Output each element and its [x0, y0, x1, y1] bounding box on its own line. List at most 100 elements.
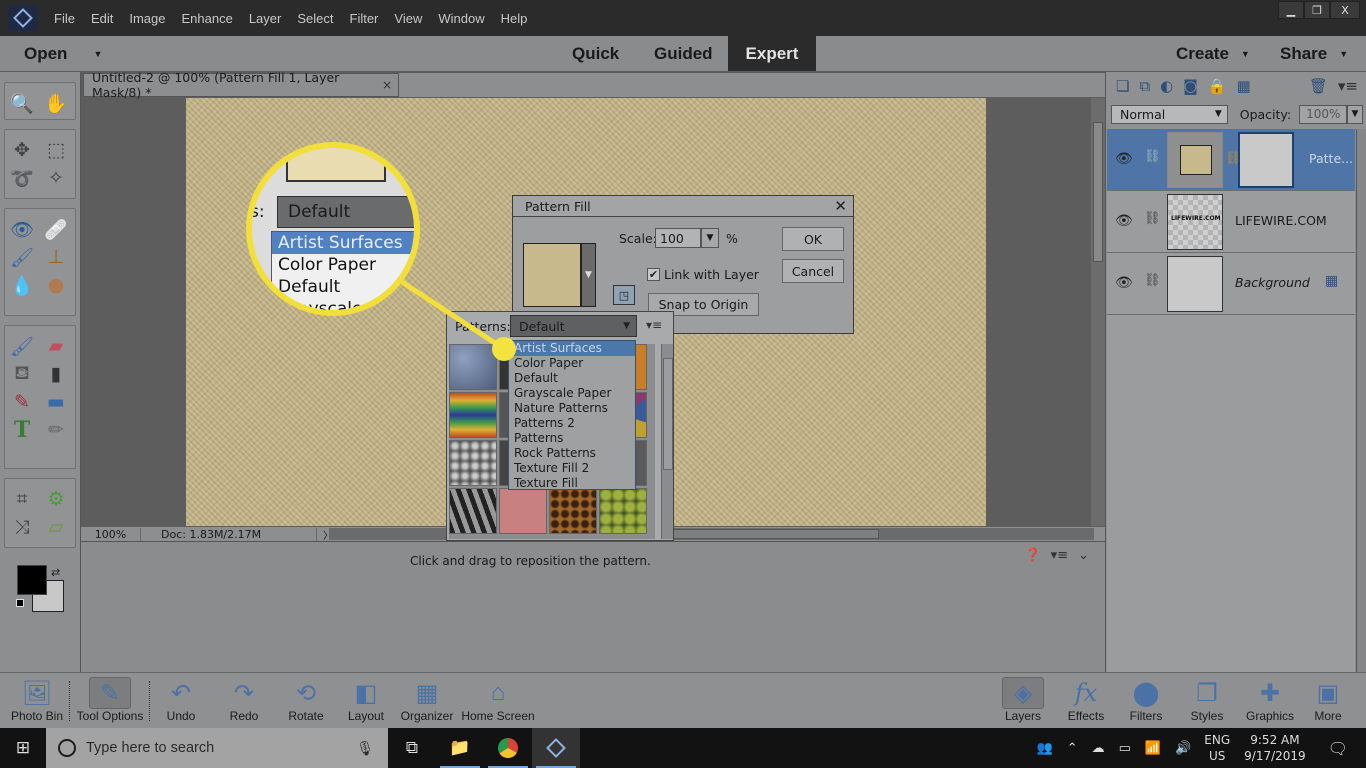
hand-tool[interactable]: ✋ — [42, 89, 70, 117]
panel-menu-icon[interactable]: ▾≡ — [1051, 548, 1068, 563]
redo-button[interactable]: ↷ Redo — [222, 677, 266, 729]
spot-healing-tool[interactable]: 🩹 — [42, 215, 70, 243]
home-screen-button[interactable]: ⌂ Home Screen — [459, 677, 537, 729]
link-icon[interactable]: ⛓ — [1144, 273, 1161, 288]
help-icon[interactable]: ❓ — [1024, 548, 1040, 563]
menu-view[interactable]: View — [394, 11, 422, 26]
more-button[interactable]: ▣ More — [1306, 677, 1350, 729]
effects-button[interactable]: fx Effects — [1062, 677, 1110, 729]
layer-mask-icon[interactable]: ◙ — [1183, 77, 1198, 95]
graphics-button[interactable]: ✚ Graphics — [1242, 677, 1298, 729]
brush-tool[interactable]: 🖌 — [8, 332, 36, 360]
scroll-thumb[interactable] — [1093, 122, 1103, 262]
lasso-tool[interactable]: ➰ — [8, 164, 36, 192]
eraser-tool[interactable]: ▰ — [42, 332, 70, 360]
pattern-library-option[interactable]: Texture Fill — [509, 476, 635, 491]
scale-input[interactable]: 100 — [655, 228, 701, 248]
content-aware-move-tool[interactable]: ⤨ — [8, 513, 36, 541]
blend-mode-select[interactable]: Normal ▼ — [1111, 104, 1228, 124]
tool-options-button[interactable]: ✎ Tool Options — [72, 677, 148, 729]
photo-bin-button[interactable]: 🖼 Photo Bin — [5, 677, 69, 729]
pattern-library-option[interactable]: Grayscale Paper — [509, 386, 635, 401]
minimize-button[interactable]: ▁ — [1278, 1, 1304, 19]
opacity-dropdown-button[interactable]: ▼ — [1347, 104, 1363, 124]
close-tab-icon[interactable]: × — [382, 78, 392, 92]
pattern-grid-scrollbar[interactable] — [661, 344, 673, 539]
new-group-icon[interactable]: ⧉ — [1139, 77, 1150, 95]
pattern-swatch[interactable] — [449, 488, 497, 534]
people-icon[interactable]: 👥 — [1037, 741, 1053, 756]
pattern-library-option[interactable]: Texture Fill 2 — [509, 461, 635, 476]
menu-edit[interactable]: Edit — [91, 11, 113, 26]
canvas-vertical-scrollbar[interactable] — [1091, 98, 1105, 526]
link-icon[interactable]: ⛓ — [1144, 211, 1161, 226]
menu-layer[interactable]: Layer — [249, 11, 282, 26]
adjustment-layer-icon[interactable]: ◐ — [1160, 77, 1173, 95]
opacity-input[interactable]: 100% — [1299, 104, 1348, 124]
quick-selection-tool[interactable]: ✧ — [42, 164, 70, 192]
menu-image[interactable]: Image — [129, 11, 165, 26]
task-view-icon[interactable]: ⧉ — [388, 728, 436, 768]
zoom-tool[interactable]: 🔍 — [8, 89, 36, 117]
menu-enhance[interactable]: Enhance — [182, 11, 233, 26]
pattern-library-option[interactable]: Artist Surfaces — [509, 341, 635, 356]
layer-mask-thumbnail[interactable] — [1238, 132, 1294, 188]
panel-menu-icon[interactable]: ▾≡ — [646, 318, 662, 332]
pattern-library-option[interactable]: Patterns — [509, 431, 635, 446]
visibility-eye-icon[interactable]: 👁 — [1115, 275, 1133, 291]
pattern-library-option[interactable]: Default — [509, 371, 635, 386]
pattern-library-option[interactable]: Patterns 2 — [509, 416, 635, 431]
layout-button[interactable]: ◧ Layout — [344, 677, 388, 729]
link-with-layer-label[interactable]: Link with Layer — [664, 267, 759, 282]
gradient-tool[interactable]: ▮ — [42, 360, 70, 388]
cancel-button[interactable]: Cancel — [782, 259, 844, 283]
pattern-picker-dropdown-button[interactable]: ▼ — [581, 243, 596, 307]
layers-button[interactable]: ◈ Layers — [1002, 677, 1044, 729]
undo-button[interactable]: ↶ Undo — [160, 677, 202, 729]
crop-tool[interactable]: ⌗ — [8, 485, 36, 513]
trash-icon[interactable]: 🗑 — [1309, 77, 1328, 95]
pattern-library-option[interactable]: Color Paper — [509, 356, 635, 371]
mode-quick[interactable]: Quick — [558, 36, 633, 71]
clone-stamp-tool[interactable]: ⊥ — [42, 243, 70, 271]
taskbar-search-box[interactable]: Type here to search 🎙 — [46, 728, 388, 768]
scroll-thumb[interactable] — [663, 358, 673, 470]
link-with-layer-checkbox[interactable]: ✔ — [647, 268, 660, 281]
clock[interactable]: 9:52 AM 9/17/2019 — [1244, 732, 1306, 764]
open-button[interactable]: Open ▼ — [10, 36, 116, 71]
lock-transparent-icon[interactable]: ▦ — [1237, 77, 1251, 95]
smart-brush-tool[interactable]: 🖌 — [8, 243, 36, 271]
layers-scrollbar[interactable] — [1356, 129, 1366, 672]
pattern-swatch[interactable] — [549, 488, 597, 534]
pencil-tool[interactable]: ✏ — [42, 416, 70, 444]
windows-start-icon[interactable]: ⊞ — [0, 728, 46, 768]
chevron-down-icon[interactable]: ⌄ — [1078, 548, 1089, 563]
restore-button[interactable]: ❐ — [1304, 1, 1330, 19]
action-center-icon[interactable]: 🗨 — [1328, 739, 1348, 758]
menu-filter[interactable]: Filter — [350, 11, 379, 26]
styles-button[interactable]: ❐ Styles — [1184, 677, 1230, 729]
visibility-eye-icon[interactable]: 👁 — [1115, 213, 1133, 229]
organizer-button[interactable]: ▦ Organizer — [398, 677, 456, 729]
pattern-preview[interactable] — [523, 243, 581, 307]
type-tool[interactable]: T — [8, 416, 36, 444]
pattern-swatch[interactable] — [499, 488, 547, 534]
link-icon[interactable]: ⛓ — [1144, 149, 1161, 164]
visibility-eye-icon[interactable]: 👁 — [1115, 151, 1133, 167]
mode-guided[interactable]: Guided — [640, 36, 727, 71]
shape-tool[interactable]: ▬ — [42, 388, 70, 416]
mode-expert[interactable]: Expert — [728, 36, 816, 71]
swap-colors-icon[interactable]: ⇄ — [51, 566, 60, 579]
microphone-icon[interactable]: 🎙 — [356, 740, 374, 757]
sponge-tool[interactable]: ● — [42, 271, 70, 299]
straighten-tool[interactable]: ⏥ — [42, 513, 70, 541]
menu-file[interactable]: File — [54, 11, 75, 26]
show-hidden-icons[interactable]: ⌃ — [1067, 741, 1078, 756]
close-icon[interactable]: ✕ — [834, 197, 847, 215]
marquee-tool[interactable]: ⬚ — [42, 136, 70, 164]
close-window-button[interactable]: X — [1330, 1, 1360, 19]
paint-bucket-tool[interactable]: ⛾ — [8, 360, 36, 388]
lock-icon[interactable]: 🔒 — [1208, 77, 1227, 95]
menu-window[interactable]: Window — [438, 11, 484, 26]
file-explorer-icon[interactable]: 📁 — [436, 728, 484, 768]
